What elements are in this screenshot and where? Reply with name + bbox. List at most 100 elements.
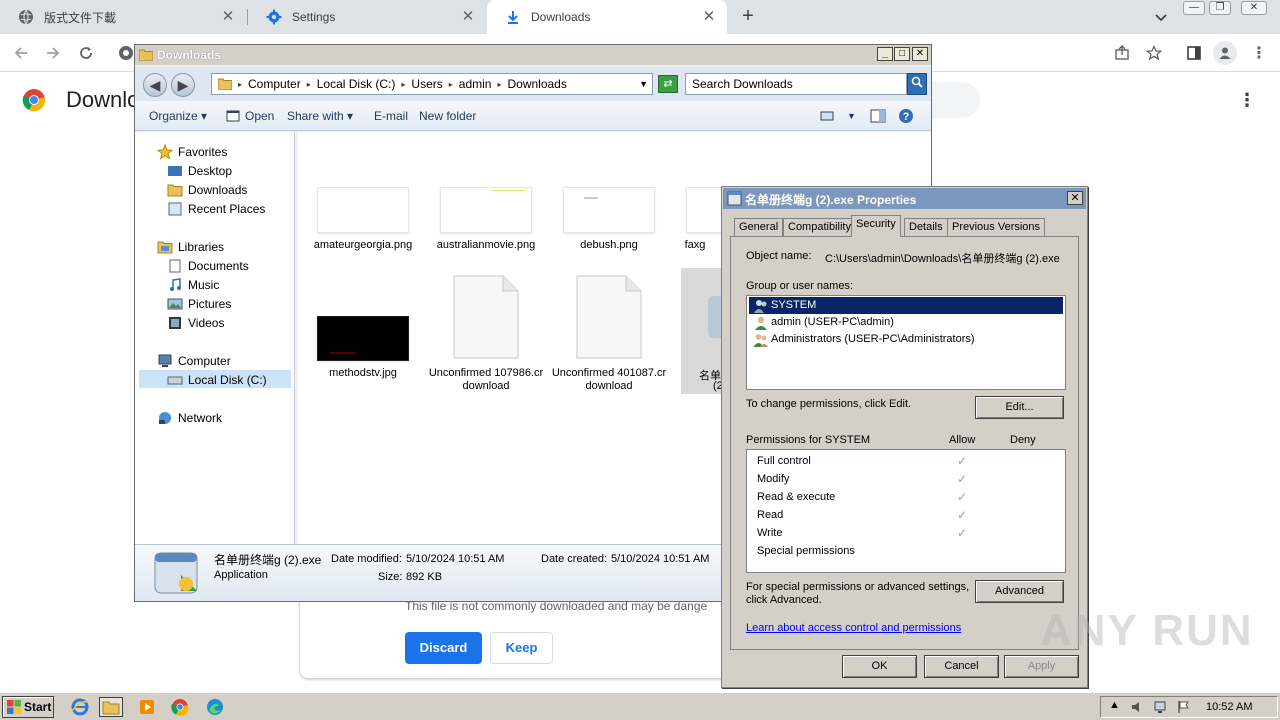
file-thumbnail[interactable]	[440, 187, 532, 233]
nav-computer[interactable]: Computer	[157, 353, 231, 369]
document-icon[interactable]	[576, 275, 642, 359]
tab-search-chevron-icon[interactable]	[1152, 8, 1170, 26]
close-tab-icon[interactable]: ✕	[701, 9, 717, 25]
breadcrumb-users[interactable]: Users	[411, 77, 442, 91]
media-player-icon[interactable]	[136, 697, 158, 717]
chevron-down-icon[interactable]: ▼	[639, 79, 648, 89]
breadcrumb-admin[interactable]: admin	[459, 77, 492, 91]
list-item-system[interactable]: SYSTEM	[749, 297, 1063, 314]
back-button[interactable]: ◀	[143, 73, 167, 97]
side-panel-icon[interactable]	[1183, 42, 1205, 64]
search-input[interactable]: Search Downloads	[685, 73, 907, 95]
file-name[interactable]: debush.png	[549, 239, 669, 252]
nav-local-disk[interactable]: Local Disk (C:)	[167, 372, 267, 388]
close-window-button[interactable]: ✕	[1241, 1, 1267, 15]
chrome-taskbar-icon[interactable]	[169, 697, 191, 717]
tab-settings[interactable]: Settings ✕	[248, 0, 486, 34]
file-thumbnail[interactable]	[563, 187, 655, 233]
close-button[interactable]: ✕	[912, 47, 928, 61]
chrome-menu-icon[interactable]: ⋮	[1248, 42, 1270, 64]
edge-icon[interactable]	[204, 697, 226, 717]
more-actions-icon[interactable]: ⋮	[1238, 90, 1256, 110]
close-tab-icon[interactable]: ✕	[460, 9, 476, 25]
file-thumbnail[interactable]	[317, 187, 409, 233]
nav-documents[interactable]: Documents	[167, 258, 249, 274]
file-name[interactable]: amateurgeorgia.png	[303, 239, 423, 252]
nav-favorites[interactable]: Favorites	[157, 144, 227, 160]
action-center-flag-icon[interactable]	[1177, 700, 1191, 714]
minimize-button[interactable]: _	[877, 47, 893, 61]
start-button[interactable]: Start	[2, 696, 54, 718]
new-folder-button[interactable]: New folder	[419, 109, 476, 123]
clock[interactable]: 10:52 AM	[1206, 701, 1252, 713]
email-button[interactable]: E-mail	[374, 109, 408, 123]
file-name[interactable]: faxg	[660, 239, 730, 252]
network-status-icon[interactable]	[1153, 700, 1169, 714]
discard-button[interactable]: Discard	[405, 632, 482, 664]
tab-details[interactable]: Details	[904, 218, 948, 236]
selected-file-item[interactable]: 名单 (2	[681, 268, 726, 394]
breadcrumb-local-disk[interactable]: Local Disk (C:)	[317, 77, 396, 91]
tab-previous-versions[interactable]: Previous Versions	[947, 218, 1046, 236]
nav-videos[interactable]: Videos	[167, 315, 224, 331]
nav-libraries[interactable]: Libraries	[157, 239, 224, 255]
close-button[interactable]: ✕	[1067, 191, 1083, 205]
volume-icon[interactable]	[1131, 700, 1145, 714]
breadcrumb-computer[interactable]: Computer	[248, 77, 301, 91]
show-hidden-icons-icon[interactable]: ▲	[1109, 699, 1120, 711]
file-thumbnail[interactable]	[317, 316, 409, 361]
share-icon[interactable]	[1111, 42, 1133, 64]
ok-button[interactable]: OK	[842, 655, 917, 678]
search-icon[interactable]	[907, 73, 927, 95]
address-bar[interactable]: ▸ Computer ▸ Local Disk (C:) ▸ Users ▸ a…	[211, 73, 653, 95]
reload-icon[interactable]	[75, 42, 97, 64]
file-name[interactable]: australianmovie.png	[426, 239, 546, 252]
list-item-administrators[interactable]: Administrators (USER-PC\Administrators)	[749, 331, 1063, 348]
nav-recent-places[interactable]: Recent Places	[167, 201, 265, 217]
advanced-button[interactable]: Advanced	[975, 580, 1064, 603]
preview-pane-icon[interactable]	[870, 108, 886, 124]
restore-button[interactable]: ❐	[1209, 1, 1231, 15]
nav-network[interactable]: Network	[157, 410, 222, 426]
new-tab-button[interactable]: +	[738, 6, 758, 26]
close-tab-icon[interactable]: ✕	[220, 9, 236, 25]
tab-general[interactable]: General	[734, 218, 784, 236]
explorer-titlebar[interactable]: Downloads _ □ ✕	[135, 45, 931, 65]
tab-downloads[interactable]: Downloads ✕	[487, 0, 727, 34]
file-thumbnail[interactable]	[686, 187, 726, 233]
view-options-icon[interactable]	[819, 108, 835, 124]
open-button[interactable]: Open	[245, 109, 274, 123]
breadcrumb-downloads[interactable]: Downloads	[507, 77, 566, 91]
profile-avatar-icon[interactable]	[1213, 41, 1237, 65]
bookmark-star-icon[interactable]	[1143, 42, 1165, 64]
edit-button[interactable]: Edit...	[975, 396, 1064, 419]
file-name[interactable]: methodstv.jpg	[303, 367, 423, 380]
refresh-icon[interactable]: ⇄	[658, 75, 678, 93]
forward-arrow-icon[interactable]	[42, 42, 64, 64]
keep-button[interactable]: Keep	[490, 632, 553, 664]
minimize-button[interactable]: —	[1183, 1, 1205, 15]
organize-button[interactable]: Organize ▾	[149, 109, 207, 123]
nav-downloads[interactable]: Downloads	[167, 182, 247, 198]
explorer-taskbar-icon[interactable]	[99, 697, 123, 717]
nav-desktop[interactable]: Desktop	[167, 163, 232, 179]
back-arrow-icon[interactable]	[10, 42, 32, 64]
list-item-admin[interactable]: admin (USER-PC\admin)	[749, 314, 1063, 331]
cancel-button[interactable]: Cancel	[924, 655, 999, 678]
share-with-button[interactable]: Share with ▾	[287, 109, 353, 123]
maximize-button[interactable]: □	[894, 47, 910, 61]
tab-file-download[interactable]: 版式文件下載 ✕	[0, 0, 246, 34]
tab-security[interactable]: Security	[851, 215, 901, 237]
internet-explorer-icon[interactable]	[69, 697, 91, 717]
file-name[interactable]: Unconfirmed 401087.crdownload	[549, 367, 669, 393]
apply-button[interactable]: Apply	[1004, 655, 1079, 678]
file-name[interactable]: Unconfirmed 107986.crdownload	[426, 367, 546, 393]
nav-music[interactable]: Music	[167, 277, 219, 293]
learn-more-link[interactable]: Learn about access control and permissio…	[746, 622, 961, 634]
dialog-titlebar[interactable]: 名单册终端g (2).exe Properties ✕	[723, 188, 1086, 209]
nav-pictures[interactable]: Pictures	[167, 296, 231, 312]
help-icon[interactable]: ?	[898, 108, 914, 124]
chevron-down-icon[interactable]: ▼	[847, 111, 856, 121]
document-icon[interactable]	[453, 275, 519, 359]
tab-compatibility[interactable]: Compatibility	[783, 218, 856, 236]
